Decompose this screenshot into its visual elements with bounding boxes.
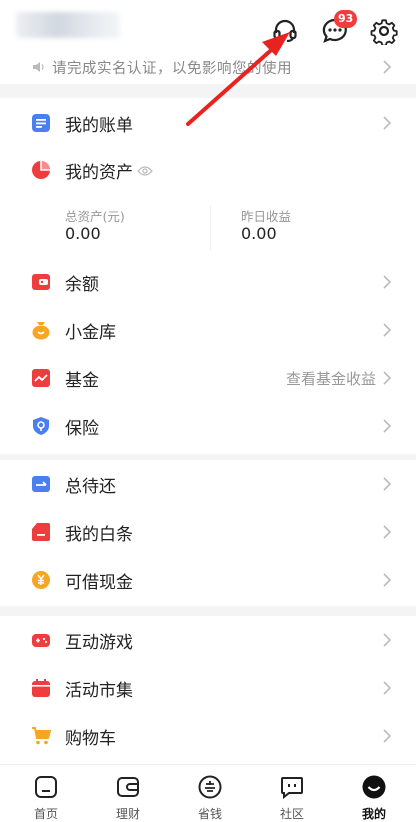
menu-item-label: 我的资产 (65, 162, 133, 183)
tab-finance[interactable]: 理财 (98, 771, 158, 821)
chevron-right-icon (383, 323, 392, 337)
chevron-right-icon (383, 60, 392, 74)
menu-item-assets[interactable]: 我的资产 (0, 146, 416, 194)
menu-item-label: 余额 (65, 274, 99, 295)
finance-wallet-icon (117, 777, 139, 797)
headset-icon (273, 19, 297, 42)
menu-item-fund[interactable]: 基金 查看基金收益 (0, 354, 416, 402)
tab-label: 理财 (115, 807, 140, 821)
home-icon (35, 776, 57, 798)
bottom-tab-bar: 首页 理财 省钱 社区 我的 (0, 764, 416, 822)
chevron-right-icon (383, 477, 392, 491)
menu-item-label: 我的白条 (65, 524, 133, 545)
tab-label: 首页 (33, 807, 58, 821)
verification-notice[interactable]: 请完成实名认证，以免影响您的使用 (0, 50, 416, 84)
wallet-icon (32, 274, 50, 290)
menu-item-label: 小金库 (65, 322, 116, 343)
chevron-right-icon (383, 419, 392, 433)
customer-service-button[interactable] (270, 16, 300, 46)
baitiao-card-icon (32, 523, 50, 541)
community-icon (281, 777, 303, 799)
tab-save-money[interactable]: 省钱 (180, 771, 240, 821)
menu-item-small-vault[interactable]: 小金库 (0, 306, 416, 354)
chevron-right-icon (383, 275, 392, 289)
chevron-right-icon (383, 573, 392, 587)
chevron-right-icon (383, 116, 392, 130)
menu-item-label: 总待还 (65, 476, 116, 497)
bill-icon (32, 114, 50, 132)
total-assets-value: 0.00 (65, 224, 101, 243)
menu-item-bill[interactable]: 我的账单 (0, 99, 416, 147)
yen-coin-icon (32, 571, 50, 589)
yesterday-earnings-label: 昨日收益 (241, 209, 292, 224)
activities-card: 互动游戏 活动市集 购物车 (0, 616, 416, 764)
chevron-right-icon (383, 729, 392, 743)
menu-item-label: 可借现金 (65, 572, 133, 593)
chevron-right-icon (383, 633, 392, 647)
menu-item-activity-market[interactable]: 活动市集 (0, 664, 416, 712)
bill-assets-card: 我的账单 我的资产 总资产(元) 0.00 昨日收益 0.00 (0, 98, 416, 258)
menu-item-borrow-cash[interactable]: 可借现金 (0, 556, 416, 604)
chevron-right-icon (383, 371, 392, 385)
gamepad-icon (32, 634, 50, 647)
chevron-right-icon (383, 525, 392, 539)
calendar-icon (32, 679, 50, 697)
menu-item-label: 我的账单 (65, 115, 133, 136)
insurance-shield-icon (33, 417, 49, 435)
menu-item-label: 保险 (65, 418, 99, 439)
tab-profile[interactable]: 我的 (344, 771, 404, 821)
eye-visibility-icon[interactable] (137, 165, 153, 177)
credit-card: 总待还 我的白条 可借现金 (0, 460, 416, 606)
finance-card: 余额 小金库 基金 查看基金收益 保险 (0, 258, 416, 454)
fund-chart-icon (32, 369, 50, 387)
settings-button[interactable] (369, 16, 399, 46)
menu-item-total-repay[interactable]: 总待还 (0, 460, 416, 508)
tab-community[interactable]: 社区 (262, 771, 322, 821)
repay-icon (32, 476, 50, 492)
menu-item-balance[interactable]: 余额 (0, 258, 416, 306)
profile-icon (362, 775, 386, 799)
menu-item-cart[interactable]: 购物车 (0, 712, 416, 760)
tab-home[interactable]: 首页 (16, 771, 76, 821)
cart-icon (32, 727, 51, 745)
asset-stats: 总资产(元) 0.00 昨日收益 0.00 (0, 202, 416, 258)
total-assets-label: 总资产(元) (65, 209, 125, 224)
chevron-right-icon (383, 681, 392, 695)
tab-label: 我的 (361, 807, 386, 821)
view-fund-earnings-link[interactable]: 查看基金收益 (286, 368, 376, 389)
menu-item-games[interactable]: 互动游戏 (0, 616, 416, 664)
yesterday-earnings-value: 0.00 (241, 224, 277, 243)
menu-item-insurance[interactable]: 保险 (0, 402, 416, 450)
top-bar: 93 (0, 0, 416, 52)
menu-item-label: 基金 (65, 370, 99, 391)
notification-badge: 93 (334, 10, 358, 28)
assets-pie-icon (32, 161, 50, 179)
tab-label: 社区 (279, 807, 304, 821)
settings-icon (370, 19, 398, 45)
menu-item-label: 互动游戏 (65, 632, 133, 653)
blurred-username (16, 12, 120, 38)
notice-text: 请完成实名认证，以免影响您的使用 (52, 60, 292, 77)
stats-divider (210, 206, 211, 250)
piggy-bag-icon (32, 322, 50, 340)
tab-label: 省钱 (197, 807, 222, 821)
menu-item-label: 活动市集 (65, 680, 133, 701)
speaker-icon (33, 62, 44, 72)
menu-item-baitiao[interactable]: 我的白条 (0, 508, 416, 556)
save-money-icon (198, 775, 222, 799)
menu-item-label: 购物车 (65, 728, 116, 749)
